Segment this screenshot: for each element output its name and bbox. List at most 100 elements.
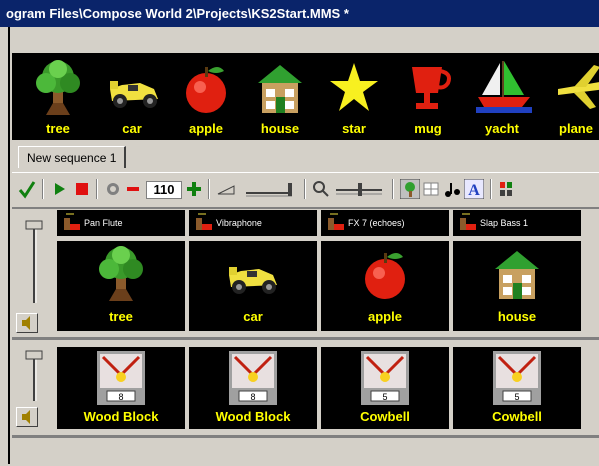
- window-left-edge: [0, 27, 10, 464]
- palette-item-apple[interactable]: apple: [170, 53, 242, 140]
- toolbar-separator: [96, 179, 98, 199]
- sequence-cell-apple[interactable]: apple: [321, 241, 449, 331]
- cell-number: 8: [118, 392, 123, 402]
- sequence-cell-wood-block[interactable]: 8 Wood Block: [57, 347, 185, 429]
- drum-pad-icon: 5: [493, 351, 541, 405]
- cell-label: Cowbell: [360, 409, 410, 424]
- speaker-icon: [22, 410, 30, 424]
- toolbar-separator: [208, 179, 210, 199]
- apple-icon: [186, 67, 226, 113]
- instrument-icon: [460, 213, 476, 230]
- house-icon: [495, 251, 539, 299]
- palette-item-mug[interactable]: mug: [392, 53, 464, 140]
- instrument-icon[interactable]: [498, 179, 514, 199]
- cell-label: Wood Block: [215, 409, 291, 424]
- grid-view-icon[interactable]: [422, 179, 440, 199]
- track-volume-slider[interactable]: [24, 347, 44, 405]
- cell-number: 5: [514, 392, 519, 402]
- speaker-icon: [22, 316, 30, 330]
- sequence-cell-cowbell[interactable]: 5 Cowbell: [453, 347, 581, 429]
- palette-item-plane[interactable]: plane: [540, 53, 599, 140]
- tempo-field[interactable]: 110: [146, 181, 182, 199]
- cell-number: 5: [382, 392, 387, 402]
- picture-view-icon[interactable]: [400, 179, 420, 199]
- palette-item-house[interactable]: house: [244, 53, 316, 140]
- window-title-bar[interactable]: ogram Files\Compose World 2\Projects\KS2…: [0, 0, 599, 27]
- instrument-header[interactable]: FX 7 (echoes): [321, 210, 449, 236]
- palette-item-label: yacht: [485, 121, 519, 136]
- cell-label: Cowbell: [492, 409, 542, 424]
- sequence-cell-cowbell[interactable]: 5 Cowbell: [321, 347, 449, 429]
- cell-label: car: [243, 309, 263, 324]
- tree-icon: [99, 246, 143, 301]
- sequence-cell-wood-block[interactable]: 8 Wood Block: [189, 347, 317, 429]
- drum-pad-icon: 8: [229, 351, 277, 405]
- menu-strip: [10, 27, 599, 53]
- tree-icon: [36, 60, 80, 115]
- palette-item-yacht[interactable]: yacht: [466, 53, 538, 140]
- track-controls: [12, 209, 54, 333]
- zoom-slider-icon[interactable]: [334, 179, 386, 199]
- tab-new-sequence-1[interactable]: New sequence 1: [18, 146, 127, 168]
- toolbar-separator: [490, 179, 492, 199]
- mug-icon: [412, 67, 451, 109]
- palette-item-label: star: [342, 121, 366, 136]
- palette-item-label: car: [122, 121, 142, 136]
- sequence-work-area: Pan Flute Vibraphone FX 7 (echoes) Slap …: [12, 207, 599, 466]
- palette-item-star[interactable]: star: [318, 53, 390, 140]
- instrument-header[interactable]: Vibraphone: [189, 210, 317, 236]
- metronome-icon[interactable]: [104, 179, 122, 199]
- track-2: 8 Wood Block 8 Wood Block 5 Cowbell 5 Co…: [12, 343, 599, 431]
- track-1: Pan Flute Vibraphone FX 7 (echoes) Slap …: [12, 209, 599, 333]
- sequence-cell-tree[interactable]: tree: [57, 241, 185, 331]
- toolbar-separator: [42, 179, 44, 199]
- sequence-toolbar: 110 A: [12, 172, 599, 206]
- tempo-decrease-icon[interactable]: [126, 179, 140, 199]
- track-controls: [12, 343, 54, 431]
- window-title: ogram Files\Compose World 2\Projects\KS2…: [6, 6, 349, 21]
- notes-view-icon[interactable]: [442, 179, 462, 199]
- play-icon[interactable]: [52, 179, 68, 199]
- instrument-name: Slap Bass 1: [480, 218, 529, 228]
- instrument-icon: [328, 213, 344, 230]
- tab-bar: New sequence 1: [12, 140, 599, 170]
- svg-text:A: A: [468, 182, 480, 199]
- palette-item-label: apple: [189, 121, 223, 136]
- sequence-cell-car[interactable]: car: [189, 241, 317, 331]
- volume-ramp-icon: [217, 185, 235, 195]
- palette-item-label: tree: [46, 121, 70, 136]
- car-icon: [110, 81, 158, 108]
- check-icon[interactable]: [18, 179, 36, 199]
- zoom-icon: [313, 181, 329, 197]
- palette-item-label: mug: [414, 121, 442, 136]
- palette-item-label: plane: [559, 121, 593, 136]
- track-divider: [12, 337, 599, 340]
- tempo-increase-icon[interactable]: [186, 179, 202, 199]
- volume-slider-icon[interactable]: [244, 179, 296, 199]
- cell-label: apple: [368, 309, 402, 324]
- yacht-icon: [476, 61, 532, 113]
- sequence-cell-house[interactable]: house: [453, 241, 581, 331]
- track-divider: [12, 435, 599, 438]
- track-mute-button[interactable]: [16, 313, 38, 333]
- instrument-name: Pan Flute: [84, 218, 123, 228]
- cell-number: 8: [250, 392, 255, 402]
- instrument-header[interactable]: Slap Bass 1: [453, 210, 581, 236]
- palette-item-car[interactable]: car: [96, 53, 168, 140]
- palette-item-tree[interactable]: tree: [22, 53, 94, 140]
- stop-icon[interactable]: [74, 179, 90, 199]
- instrument-header[interactable]: Pan Flute: [57, 210, 185, 236]
- drum-pad-icon: 5: [361, 351, 409, 405]
- palette-item-label: house: [260, 121, 300, 136]
- car-icon: [229, 267, 277, 294]
- cell-label: tree: [109, 309, 133, 324]
- track-volume-slider[interactable]: [24, 217, 44, 307]
- text-view-icon[interactable]: A: [464, 179, 484, 199]
- track-mute-button[interactable]: [16, 407, 38, 427]
- plane-icon: [558, 65, 599, 109]
- apple-icon: [365, 253, 405, 299]
- instrument-name: Vibraphone: [216, 218, 262, 228]
- instrument-icon: [196, 213, 212, 230]
- instrument-icon: [64, 213, 80, 230]
- cell-label: Wood Block: [83, 409, 159, 424]
